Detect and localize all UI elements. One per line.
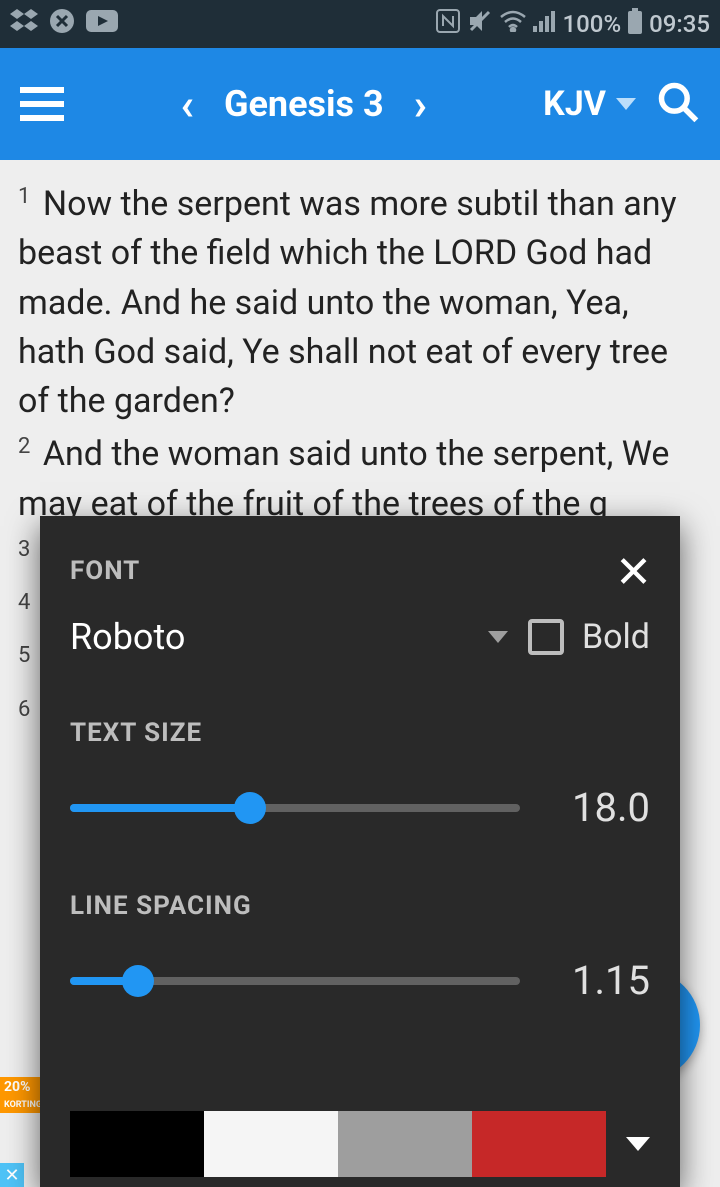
font-section-label: FONT [70,556,650,586]
chapter-nav: ‹ Genesis 3 › [64,78,543,130]
line-spacing-label: LINE SPACING [70,891,650,921]
color-swatch-black[interactable] [70,1111,204,1177]
youtube-icon [86,10,118,38]
close-icon[interactable]: ✕ [615,546,652,598]
font-value: Roboto [70,616,185,658]
checkbox-icon [528,619,564,655]
font-dropdown[interactable]: Roboto [70,616,528,658]
next-chapter-button[interactable]: › [414,78,427,130]
verse: 2 And the woman said unto the serpent, W… [18,430,692,529]
chevron-down-icon [616,98,636,110]
slider-thumb[interactable] [122,965,154,997]
slider-thumb[interactable] [234,792,266,824]
color-swatch-red[interactable] [472,1111,606,1177]
font-settings-panel: ✕ FONT Roboto Bold TEXT SIZE 18.0 LINE S… [40,516,680,1187]
menu-icon[interactable] [20,87,64,121]
battery-icon [627,8,643,40]
line-spacing-slider[interactable] [70,977,520,985]
status-left-icons [10,7,118,41]
chevron-down-icon [488,631,508,643]
bold-checkbox[interactable]: Bold [528,617,650,657]
text-size-slider[interactable] [70,804,520,812]
battery-text: 100% [563,10,622,38]
bold-label: Bold [582,617,650,657]
more-colors-icon[interactable] [626,1137,650,1151]
mute-icon [467,8,493,40]
slider-fill [70,804,250,812]
status-right: 100% 09:35 [435,8,710,40]
prev-chapter-button[interactable]: ‹ [180,78,194,130]
nfc-icon [435,8,461,40]
version-selector[interactable]: KJV [543,84,636,124]
status-bar: 100% 09:35 [0,0,720,48]
text-size-label: TEXT SIZE [70,718,650,748]
wifi-icon [499,10,527,38]
version-label: KJV [543,84,606,124]
search-icon[interactable] [656,80,700,128]
color-swatch-gray[interactable] [338,1111,472,1177]
signal-icon [533,10,557,38]
ad-close-icon[interactable]: ✕ [0,1163,24,1187]
color-swatches [70,1111,650,1177]
app-bar: ‹ Genesis 3 › KJV [0,48,720,160]
verse: 1 Now the serpent was more subtil than a… [18,180,692,426]
dropbox-icon [10,9,38,39]
line-spacing-value: 1.15 [550,957,650,1004]
circle-x-icon [48,7,76,41]
color-swatch-white[interactable] [204,1111,338,1177]
chapter-title[interactable]: Genesis 3 [224,83,384,125]
text-size-value: 18.0 [550,784,650,831]
clock-text: 09:35 [649,10,710,38]
